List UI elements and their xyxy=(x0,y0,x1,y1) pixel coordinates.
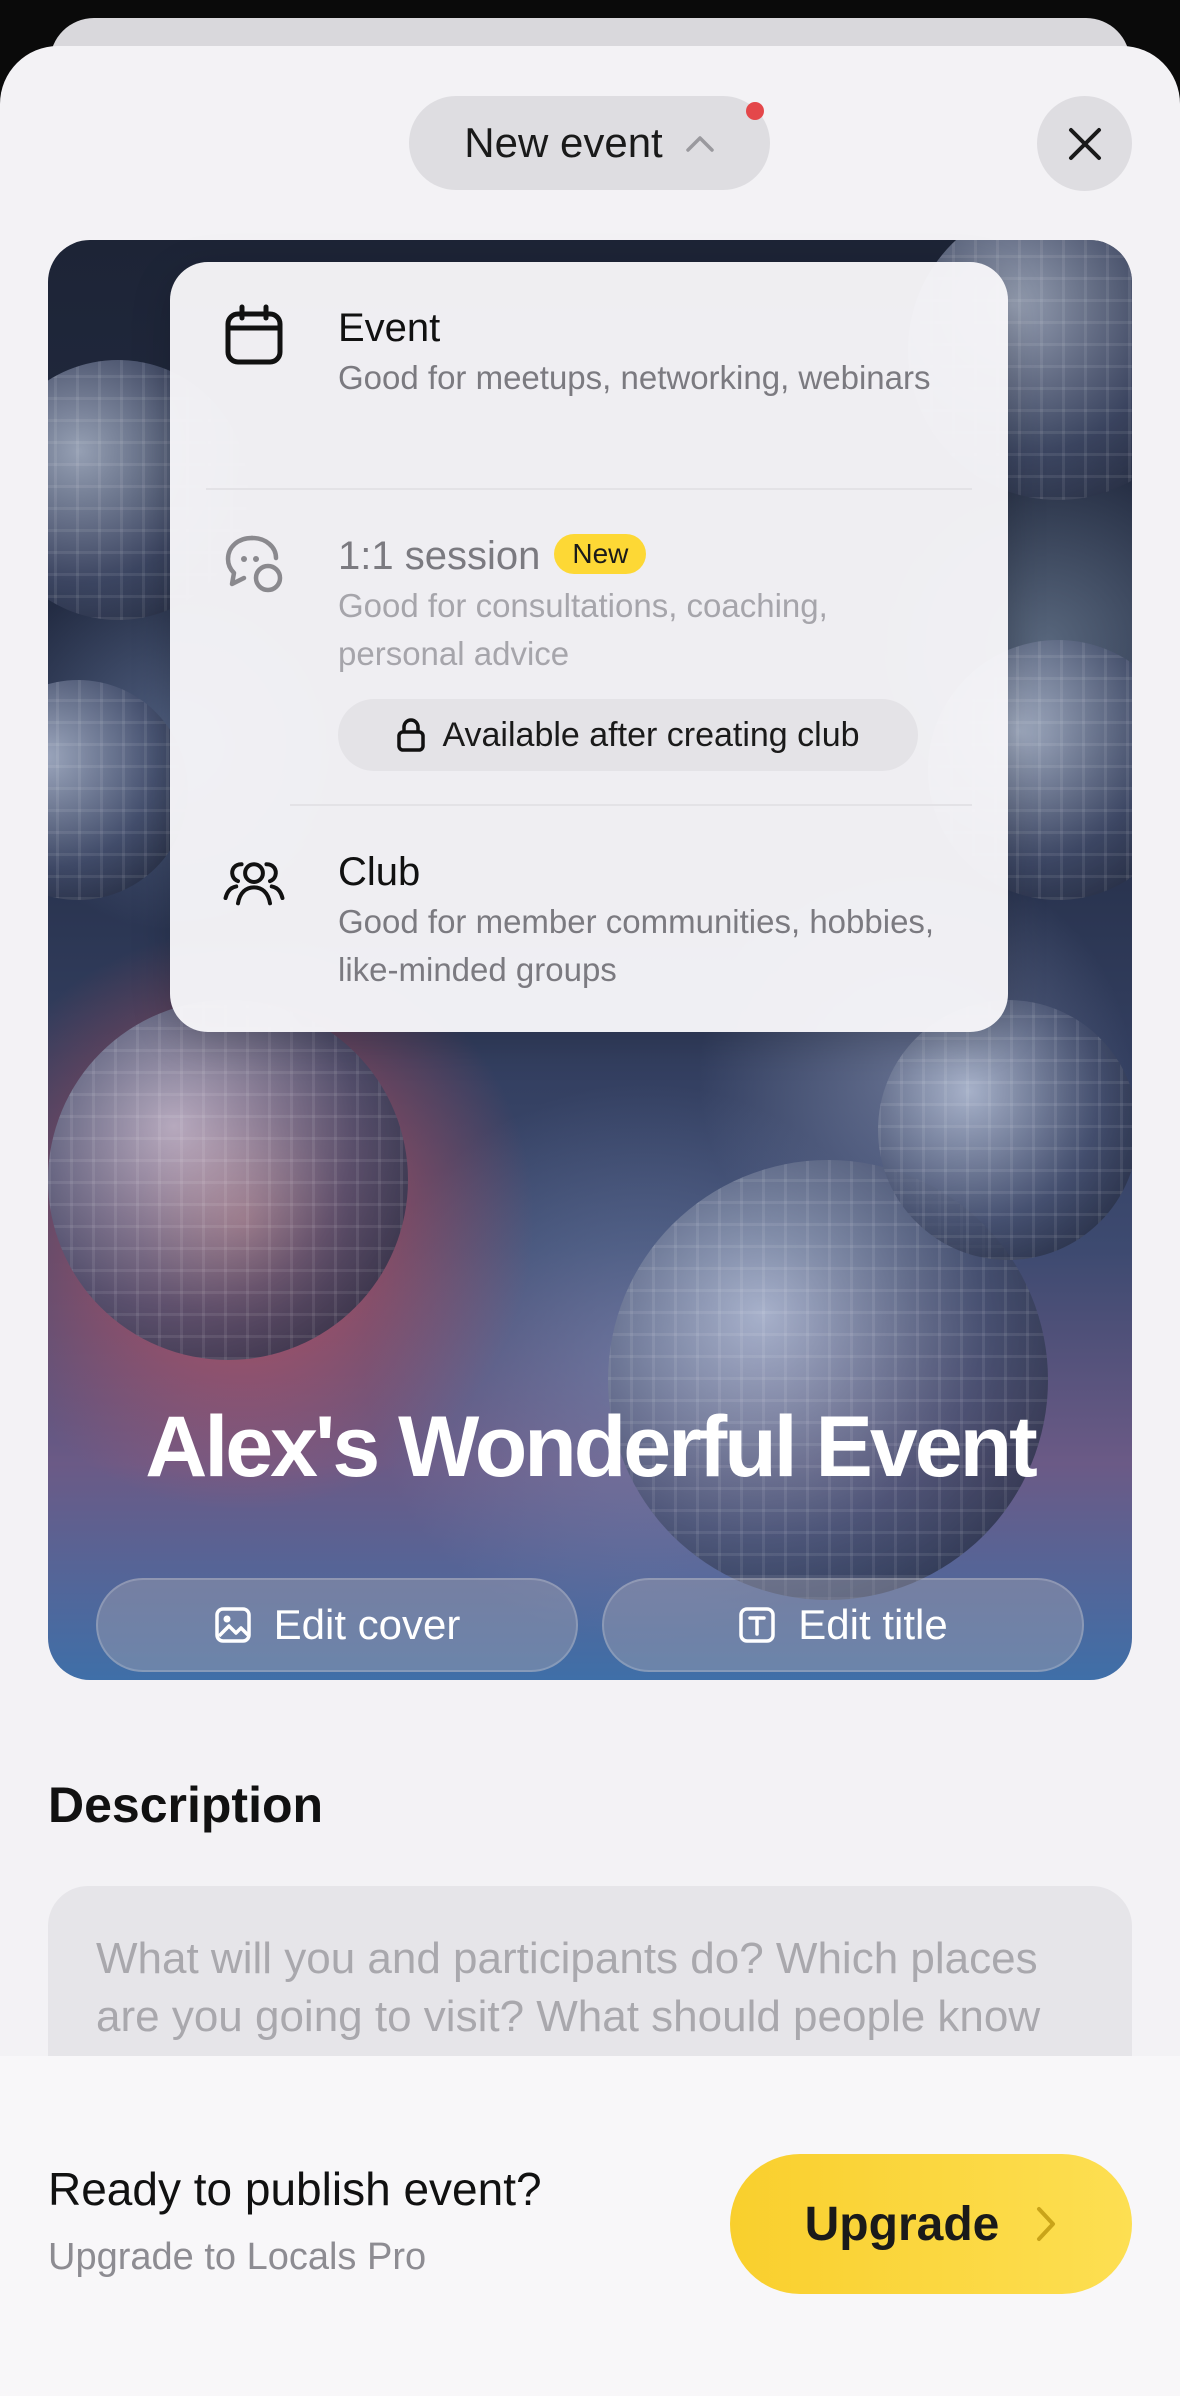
lock-icon xyxy=(397,718,426,752)
publish-bar: Ready to publish event? Upgrade to Local… xyxy=(0,2056,1180,2396)
publish-title: Ready to publish event? xyxy=(48,2163,542,2215)
menu-item-title: Event xyxy=(338,306,441,350)
edit-title-label: Edit title xyxy=(798,1601,948,1648)
upgrade-label: Upgrade xyxy=(804,2197,1000,2251)
event-type-menu: Event Good for meetups, networking, webi… xyxy=(170,262,1008,1032)
people-group-icon xyxy=(223,862,285,906)
locked-notice: Available after creating club xyxy=(338,699,918,771)
menu-item-title-row: 1:1 session New xyxy=(338,534,647,579)
menu-item-description: Good for consultations, coaching, person… xyxy=(338,587,828,672)
locked-label: Available after creating club xyxy=(442,715,860,754)
edit-cover-button[interactable]: Edit cover xyxy=(96,1578,578,1672)
notification-dot xyxy=(746,102,764,120)
disco-ball-decoration xyxy=(48,680,188,900)
upgrade-button[interactable]: Upgrade xyxy=(730,2154,1132,2294)
chevron-up-icon xyxy=(685,136,714,152)
menu-item-title: Club xyxy=(338,850,421,894)
description-heading: Description xyxy=(48,1777,324,1833)
close-icon xyxy=(1068,127,1101,160)
chat-bubbles-icon xyxy=(225,535,283,593)
menu-item-description: Good for member communities, hobbies, li… xyxy=(338,903,935,988)
new-badge: New xyxy=(554,534,647,574)
event-type-label: New event xyxy=(464,119,663,166)
text-icon xyxy=(739,1607,776,1643)
menu-item-event[interactable]: Event Good for meetups, networking, webi… xyxy=(170,262,1008,490)
disco-ball-decoration xyxy=(878,1000,1132,1260)
create-event-sheet: New event Alex's Wonderful Event Edit co… xyxy=(0,46,1180,2396)
close-button[interactable] xyxy=(1037,96,1132,191)
image-icon xyxy=(214,1607,251,1643)
disco-ball-decoration xyxy=(48,1000,408,1360)
publish-subtitle: Upgrade to Locals Pro xyxy=(48,2236,427,2278)
event-title: Alex's Wonderful Event xyxy=(145,1399,1038,1495)
calendar-icon xyxy=(225,304,283,365)
chevron-right-icon xyxy=(1037,2207,1056,2241)
event-type-selector[interactable]: New event xyxy=(409,96,770,190)
menu-item-title: 1:1 session xyxy=(338,534,541,578)
menu-item-description: Good for meetups, networking, webinars xyxy=(338,359,931,396)
edit-cover-label: Edit cover xyxy=(273,1601,461,1648)
edit-title-button[interactable]: Edit title xyxy=(602,1578,1084,1672)
menu-item-club[interactable]: Club Good for member communities, hobbie… xyxy=(170,806,1008,1032)
